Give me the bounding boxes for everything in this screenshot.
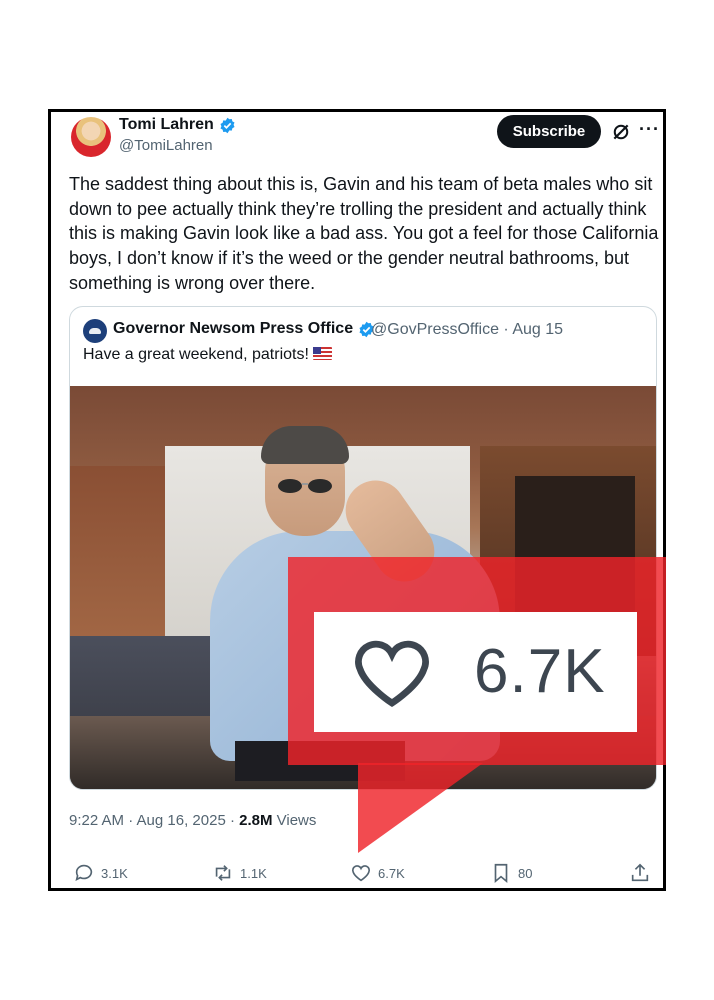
quoted-author-name[interactable]: Governor Newsom Press Office bbox=[113, 320, 353, 338]
repost-button[interactable]: 1.1K bbox=[212, 862, 267, 884]
author-name[interactable]: Tomi Lahren bbox=[119, 116, 214, 134]
likes-callout: 6.7K bbox=[288, 557, 666, 765]
quoted-text: Have a great weekend, patriots! bbox=[83, 346, 309, 363]
heart-icon bbox=[355, 640, 429, 708]
quoted-text-row: Have a great weekend, patriots! bbox=[83, 346, 332, 364]
subscribe-button[interactable]: Subscribe bbox=[497, 115, 601, 148]
bookmark-count: 80 bbox=[518, 865, 533, 881]
views-count: 2.8M bbox=[239, 812, 273, 829]
quoted-handle-date[interactable]: @GovPressOffice · Aug 15 bbox=[371, 321, 563, 339]
bookmark-icon bbox=[494, 863, 508, 884]
like-count: 6.7K bbox=[378, 865, 405, 881]
verified-badge-icon bbox=[220, 117, 235, 133]
quoted-author-avatar[interactable] bbox=[83, 319, 107, 343]
author-avatar[interactable] bbox=[71, 117, 111, 157]
tweet-card: Tomi Lahren @TomiLahren Subscribe ··· Th… bbox=[48, 109, 666, 891]
reply-button[interactable]: 3.1K bbox=[73, 862, 128, 884]
likes-callout-count: 6.7K bbox=[474, 637, 606, 706]
like-button[interactable]: 6.7K bbox=[350, 862, 405, 884]
repost-count: 1.1K bbox=[240, 865, 267, 881]
photo-background-wall bbox=[70, 466, 165, 636]
likes-callout-zoom: 6.7K bbox=[314, 612, 637, 732]
reply-icon bbox=[75, 864, 93, 881]
grok-icon[interactable] bbox=[611, 122, 631, 142]
author-handle[interactable]: @TomiLahren bbox=[119, 137, 213, 154]
more-options-icon[interactable]: ··· bbox=[639, 119, 660, 140]
share-icon bbox=[631, 863, 649, 882]
quoted-author-name-row[interactable]: Governor Newsom Press Office bbox=[113, 320, 375, 338]
tweet-timestamp[interactable]: 9:22 AM · Aug 16, 2025 · bbox=[69, 812, 239, 829]
tweet-meta: 9:22 AM · Aug 16, 2025 · 2.8M Views bbox=[69, 812, 316, 829]
bookmark-button[interactable]: 80 bbox=[490, 862, 532, 884]
flag-us-icon bbox=[312, 347, 332, 360]
share-button[interactable] bbox=[629, 862, 651, 884]
views-label: Views bbox=[272, 812, 317, 829]
action-bar: 3.1K 1.1K 6.7K 80 bbox=[69, 862, 654, 886]
heart-icon bbox=[351, 865, 371, 882]
photo-sunglasses bbox=[278, 479, 332, 493]
repost-icon bbox=[215, 865, 231, 881]
author-name-row[interactable]: Tomi Lahren bbox=[119, 116, 236, 134]
tweet-text: The saddest thing about this is, Gavin a… bbox=[69, 174, 659, 293]
reply-count: 3.1K bbox=[101, 865, 128, 881]
likes-callout-pointer bbox=[358, 763, 483, 853]
photo-person-hair bbox=[261, 426, 349, 464]
